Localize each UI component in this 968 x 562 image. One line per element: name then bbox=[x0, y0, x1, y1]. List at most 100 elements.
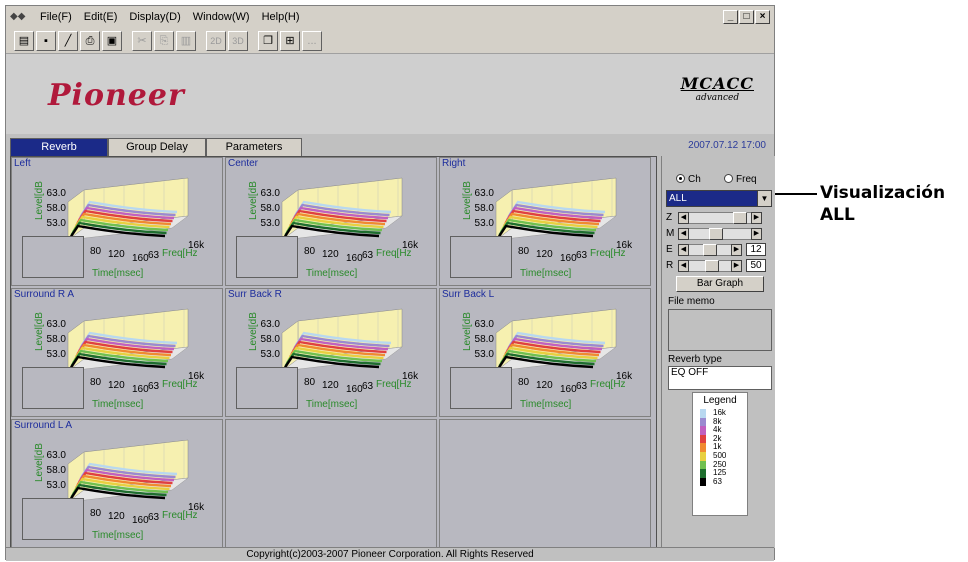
y-tick-label: 58.0 bbox=[47, 203, 67, 214]
slider-r[interactable]: R ◀ ▶ 50 bbox=[666, 259, 770, 272]
y-tick-label: 63.0 bbox=[475, 188, 495, 199]
cut-icon[interactable]: ✂ bbox=[132, 30, 152, 51]
legend-swatch bbox=[700, 460, 706, 470]
menu-window[interactable]: Window(W) bbox=[187, 11, 256, 23]
slider-z-track[interactable]: ◀ ▶ bbox=[678, 212, 762, 224]
slider-r-track[interactable]: ◀ ▶ bbox=[678, 260, 742, 272]
radio-ch[interactable]: Ch bbox=[676, 174, 701, 185]
channel-memo-box bbox=[22, 236, 84, 278]
slider-r-thumb[interactable] bbox=[705, 260, 719, 272]
legend-swatch bbox=[700, 417, 706, 427]
z-tick-label: 63 bbox=[148, 381, 160, 392]
y-tick-label: 53.0 bbox=[47, 218, 67, 229]
channel-memo-box bbox=[236, 236, 298, 278]
menu-help[interactable]: Help(H) bbox=[256, 11, 306, 23]
arrow-right-icon[interactable]: ▶ bbox=[751, 228, 762, 240]
legend-item: 63 bbox=[693, 477, 747, 487]
y-axis-label: Level[dB bbox=[34, 443, 45, 482]
open-folder-icon[interactable]: ▤ bbox=[14, 30, 34, 51]
graph-line-icon[interactable]: ╱ bbox=[58, 30, 78, 51]
more-icon[interactable]: ... bbox=[302, 30, 322, 51]
legend-swatch bbox=[700, 426, 706, 435]
z-axis-label: Freq[Hz bbox=[162, 248, 198, 259]
x-tick-label: 120 bbox=[536, 249, 553, 260]
3d-view-icon[interactable]: 3D bbox=[228, 30, 248, 51]
cascade-windows-icon[interactable]: ❐ bbox=[258, 30, 278, 51]
minimize-button[interactable]: _ bbox=[723, 10, 738, 24]
slider-r-label: R bbox=[666, 260, 674, 271]
slider-m-track[interactable]: ◀ ▶ bbox=[678, 228, 762, 240]
tab-group-delay[interactable]: Group Delay bbox=[108, 138, 206, 156]
save-icon[interactable]: ▪ bbox=[36, 30, 56, 51]
legend-swatch bbox=[700, 469, 706, 478]
tile-windows-icon[interactable]: ⊞ bbox=[280, 30, 300, 51]
x-tick-label: 120 bbox=[322, 380, 339, 391]
y-axis-label: Level[dB bbox=[34, 181, 45, 220]
slider-m-thumb[interactable] bbox=[709, 228, 723, 240]
channel-panel-surr-back-r: Surr Back RLevel[dB63.058.053.0040801201… bbox=[225, 288, 437, 417]
slider-m[interactable]: M ◀ ▶ bbox=[666, 228, 770, 240]
paste-icon[interactable]: ▥ bbox=[176, 30, 196, 51]
channel-memo-box bbox=[450, 367, 512, 409]
arrow-right-icon[interactable]: ▶ bbox=[751, 212, 762, 224]
y-tick-label: 63.0 bbox=[47, 188, 67, 199]
arrow-right-icon[interactable]: ▶ bbox=[731, 260, 742, 272]
slider-e-thumb[interactable] bbox=[703, 244, 717, 256]
menu-display[interactable]: Display(D) bbox=[123, 11, 186, 23]
channel-panel-surround-l-a: Surround L ALevel[dB63.058.053.004080120… bbox=[11, 419, 223, 548]
x-tick-label: 80 bbox=[90, 377, 102, 388]
slider-e-value[interactable]: 12 bbox=[746, 243, 766, 256]
y-tick-label: 53.0 bbox=[261, 349, 281, 360]
y-tick-label: 58.0 bbox=[47, 334, 67, 345]
channel-memo-box bbox=[22, 367, 84, 409]
x-axis-label: Time[msec] bbox=[520, 268, 572, 279]
print-icon[interactable]: ⎙ bbox=[80, 30, 100, 51]
tab-parameters[interactable]: Parameters bbox=[206, 138, 302, 156]
slider-z-label: Z bbox=[666, 212, 673, 223]
radio-freq-dot bbox=[724, 174, 733, 183]
menu-edit[interactable]: Edit(E) bbox=[78, 11, 124, 23]
z-tick-label: 63 bbox=[362, 250, 374, 261]
2d-view-icon[interactable]: 2D bbox=[206, 30, 226, 51]
legend-swatch bbox=[700, 451, 706, 461]
x-axis-label: Time[msec] bbox=[306, 268, 358, 279]
x-axis-label: Time[msec] bbox=[306, 399, 358, 410]
chevron-down-icon[interactable]: ▼ bbox=[757, 191, 771, 206]
slider-e-track[interactable]: ◀ ▶ bbox=[678, 244, 742, 256]
y-axis-label: Level[dB bbox=[248, 181, 259, 220]
tab-reverb[interactable]: Reverb bbox=[10, 138, 108, 156]
print-preview-icon[interactable]: ▣ bbox=[102, 30, 122, 51]
y-tick-label: 63.0 bbox=[47, 450, 67, 461]
y-tick-label: 63.0 bbox=[47, 319, 67, 330]
arrow-left-icon[interactable]: ◀ bbox=[678, 212, 689, 224]
y-tick-label: 58.0 bbox=[475, 203, 495, 214]
copy-icon[interactable]: ⎘ bbox=[154, 30, 174, 51]
slider-z-thumb[interactable] bbox=[733, 212, 747, 224]
y-tick-label: 63.0 bbox=[261, 319, 281, 330]
radio-ch-dot bbox=[676, 174, 685, 183]
restore-button[interactable]: □ bbox=[739, 10, 754, 24]
app-icon[interactable]: ◆◆ bbox=[10, 11, 30, 23]
control-panel: Ch Freq ALL ▼ Z ◀ ▶ M ◀ ▶ E ◀ ▶ 12 R ◀ ▶… bbox=[661, 156, 775, 548]
y-tick-label: 53.0 bbox=[261, 218, 281, 229]
slider-e[interactable]: E ◀ ▶ 12 bbox=[666, 243, 770, 256]
channel-memo-box bbox=[236, 367, 298, 409]
channel-select-value: ALL bbox=[669, 193, 687, 204]
radio-freq[interactable]: Freq bbox=[724, 174, 757, 185]
arrow-right-icon[interactable]: ▶ bbox=[731, 244, 742, 256]
channel-select[interactable]: ALL ▼ bbox=[666, 190, 772, 207]
arrow-left-icon[interactable]: ◀ bbox=[678, 244, 689, 256]
arrow-left-icon[interactable]: ◀ bbox=[678, 260, 689, 272]
x-tick-label: 80 bbox=[90, 246, 102, 257]
arrow-left-icon[interactable]: ◀ bbox=[678, 228, 689, 240]
menu-file[interactable]: File(F) bbox=[34, 11, 78, 23]
slider-z[interactable]: Z ◀ ▶ bbox=[666, 212, 770, 224]
close-button[interactable]: × bbox=[755, 10, 770, 24]
legend: Legend 16k 8k 4k 2k 1k 500 250 125 63 bbox=[692, 392, 748, 516]
file-memo-box[interactable] bbox=[668, 309, 772, 351]
z-axis-label: Freq[Hz bbox=[590, 379, 626, 390]
x-tick-label: 80 bbox=[304, 377, 316, 388]
slider-r-value[interactable]: 50 bbox=[746, 259, 766, 272]
bar-graph-button[interactable]: Bar Graph bbox=[676, 276, 764, 292]
x-axis-label: Time[msec] bbox=[92, 530, 144, 541]
